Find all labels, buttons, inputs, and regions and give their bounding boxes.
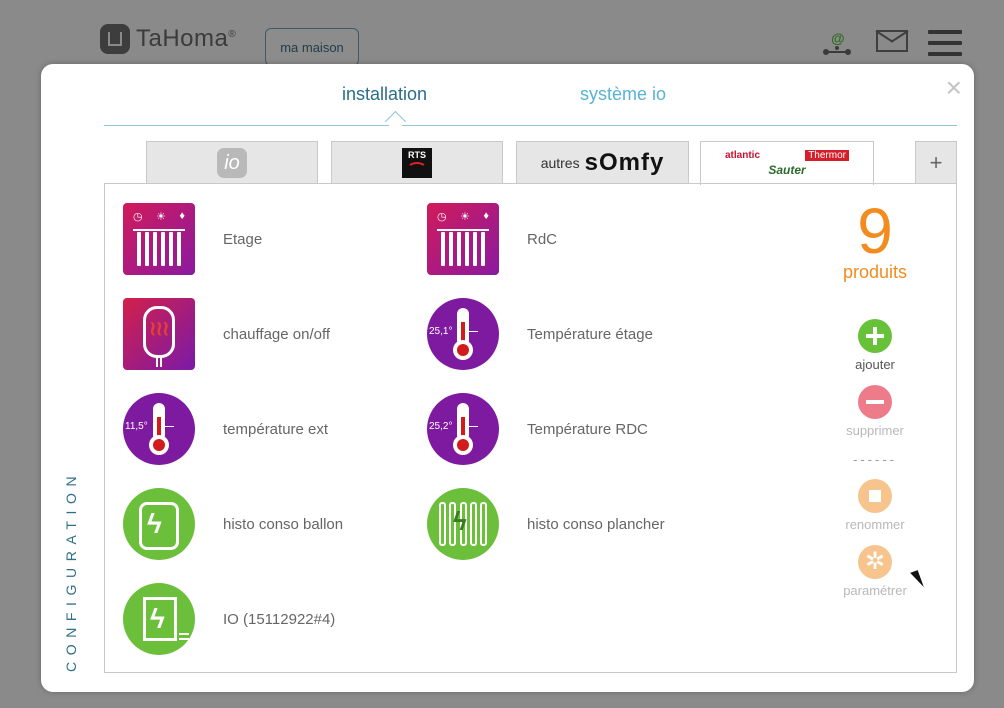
mail-icon[interactable]: [876, 30, 908, 52]
active-tab-caret: [384, 110, 407, 133]
device-temperature-rdc[interactable]: 25,2° Température RDC: [427, 393, 648, 465]
device-temperature-ext[interactable]: 11,5° température ext: [123, 393, 328, 465]
add-button[interactable]: ajouter: [805, 319, 945, 372]
io-logo-icon: io: [217, 147, 247, 178]
device-label: histo conso ballon: [223, 515, 344, 533]
device-label: Température RDC: [527, 420, 648, 438]
autres-label: autres: [540, 154, 580, 171]
product-count-label: produits: [842, 262, 908, 282]
atlantic-thermor-sauter-logo: atlantic Thermor Sauter: [722, 150, 852, 177]
configuration-side-label: CONFIGURATION: [63, 469, 79, 672]
plus-icon: +: [929, 149, 943, 175]
device-label: histo conso plancher: [527, 515, 665, 533]
thermor-label: Thermor: [805, 150, 849, 161]
at-network-icon[interactable]: @: [822, 30, 852, 58]
delete-label: supprimer: [846, 423, 904, 438]
device-label: IO (15112922#4): [223, 610, 336, 628]
device-label: température ext: [223, 420, 329, 438]
radiator-icon: ◷ ☀ ♦: [123, 203, 195, 275]
brand-tab-atlantic[interactable]: atlantic Thermor Sauter: [700, 141, 874, 185]
configuration-modal: × CONFIGURATION installation système io …: [41, 64, 974, 692]
stop-square-icon: [858, 479, 892, 513]
brand-mark: ®: [228, 29, 237, 40]
device-histo-conso-ballon[interactable]: ϟ histo conso ballon: [123, 488, 343, 560]
add-brand-tab[interactable]: +: [915, 141, 957, 183]
temperature-value: 25,2°: [429, 421, 453, 432]
device-label: Température étage: [527, 325, 653, 343]
add-label: ajouter: [855, 357, 895, 372]
brand-tabs: io RTS autres sOmfy atlantic Thermor Saut…: [104, 141, 957, 185]
temperature-value: 25,1°: [429, 326, 453, 337]
brand-tab-io[interactable]: io: [146, 141, 318, 183]
device-label: RdC: [527, 230, 558, 248]
atlantic-label: atlantic: [725, 150, 761, 161]
svg-text:@: @: [831, 30, 845, 46]
water-heater-energy-icon: ϟ: [123, 488, 195, 560]
minus-icon: [858, 385, 892, 419]
actions-panel: 9 produits ajouter supprimer ------ reno…: [805, 184, 945, 664]
tab-systeme-io[interactable]: système io: [580, 84, 666, 105]
thermometer-icon: 25,2°: [427, 393, 499, 465]
plus-icon: [858, 319, 892, 353]
rename-button[interactable]: renommer: [805, 479, 945, 532]
brand-tab-somfy[interactable]: autres sOmfy: [516, 141, 689, 183]
device-histo-conso-plancher[interactable]: ϟ histo conso plancher: [427, 488, 665, 560]
thermometer-icon: 11,5°: [123, 393, 195, 465]
io-energy-icon: ϟ: [123, 583, 195, 655]
device-temperature-etage[interactable]: 25,1° Température étage: [427, 298, 653, 370]
brand-name: TaHoma: [136, 25, 229, 52]
settings-label: paramétrer: [843, 583, 907, 598]
tab-installation[interactable]: installation: [342, 84, 427, 105]
sauter-label: Sauter: [768, 163, 806, 177]
device-chauffage-on-off[interactable]: ≀≀≀ chauffage on/off: [123, 298, 330, 370]
radiator-icon: ◷ ☀ ♦: [427, 203, 499, 275]
floor-heating-energy-icon: ϟ: [427, 488, 499, 560]
actions-separator: ------: [853, 452, 897, 467]
product-count: 9: [857, 195, 893, 267]
thermometer-icon: 25,1°: [427, 298, 499, 370]
top-tabs: installation système io: [104, 64, 957, 133]
delete-button[interactable]: supprimer: [805, 385, 945, 438]
brand-tab-rts[interactable]: RTS: [331, 141, 503, 183]
gear-icon: ✲: [858, 545, 892, 579]
rts-logo-icon: RTS: [402, 147, 432, 178]
device-label: Etage: [223, 230, 263, 248]
tahoma-logo[interactable]: TaHoma®: [100, 24, 236, 54]
hamburger-menu-icon[interactable]: [928, 30, 962, 58]
logo-house-icon: [100, 24, 130, 54]
settings-button[interactable]: ✲ paramétrer: [805, 545, 945, 598]
ma-maison-button[interactable]: ma maison: [265, 28, 359, 66]
somfy-logo: sOmfy: [584, 148, 665, 176]
heater-icon: ≀≀≀: [123, 298, 195, 370]
device-panel: ◷ ☀ ♦ Etage ◷ ☀ ♦ RdC ≀≀≀ chauffage on/off: [104, 183, 957, 673]
temperature-value: 11,5°: [125, 421, 148, 432]
device-etage[interactable]: ◷ ☀ ♦ Etage: [123, 203, 262, 275]
device-label: chauffage on/off: [223, 325, 331, 343]
device-io[interactable]: ϟ IO (15112922#4): [123, 583, 335, 655]
device-rdc[interactable]: ◷ ☀ ♦ RdC: [427, 203, 557, 275]
tab-divider: [104, 125, 957, 126]
rename-label: renommer: [845, 517, 905, 532]
